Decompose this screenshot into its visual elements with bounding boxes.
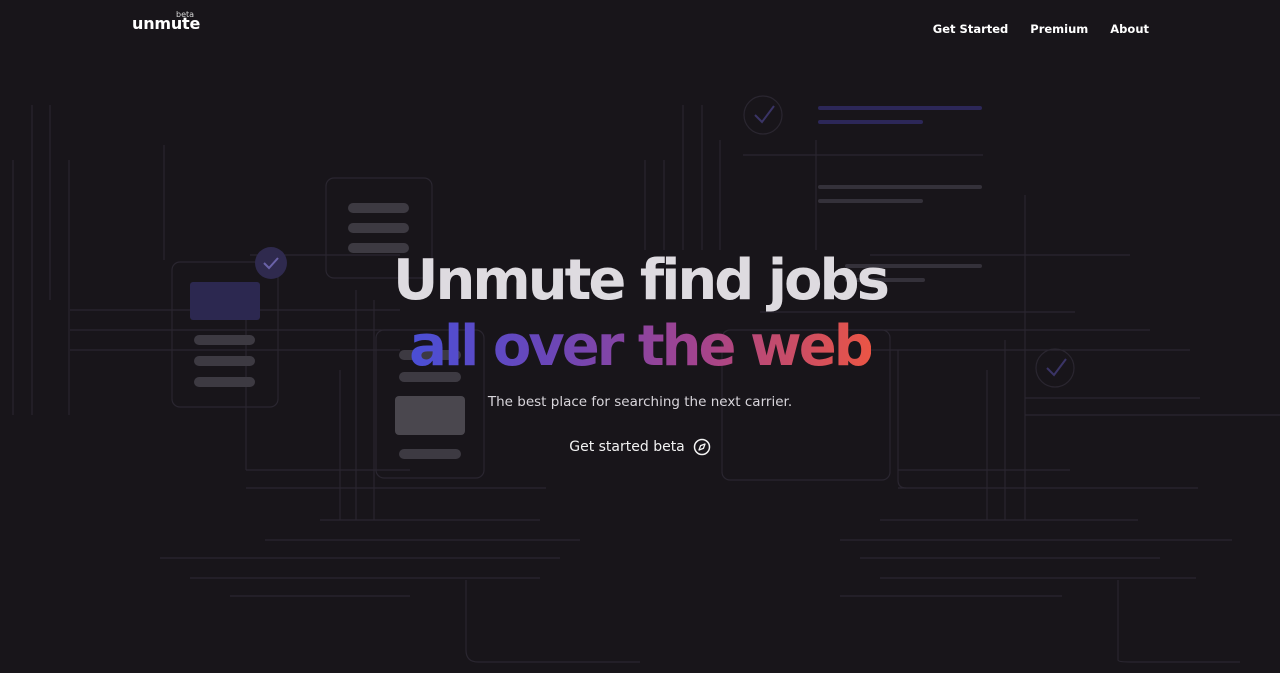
hero-title-line-2: all over the web bbox=[409, 314, 874, 379]
site-header: unmute beta Get Started Premium About bbox=[0, 0, 1280, 60]
hero-title-line-1: Unmute find jobs bbox=[393, 248, 890, 313]
nav-premium[interactable]: Premium bbox=[1030, 22, 1088, 36]
hero-subtitle: The best place for searching the next ca… bbox=[487, 394, 793, 410]
nav-get-started[interactable]: Get Started bbox=[933, 22, 1008, 36]
nav-about[interactable]: About bbox=[1110, 22, 1149, 36]
page: unmute beta Get Started Premium About Un… bbox=[0, 0, 1280, 673]
hero-section: Unmute find jobs all over the web The be… bbox=[0, 248, 1280, 456]
logo-beta-badge: beta bbox=[176, 10, 195, 19]
main-nav: Get Started Premium About bbox=[933, 22, 1149, 36]
compass-icon bbox=[693, 438, 711, 456]
get-started-beta-button[interactable]: Get started beta bbox=[569, 438, 711, 456]
cta-label: Get started beta bbox=[569, 439, 685, 455]
